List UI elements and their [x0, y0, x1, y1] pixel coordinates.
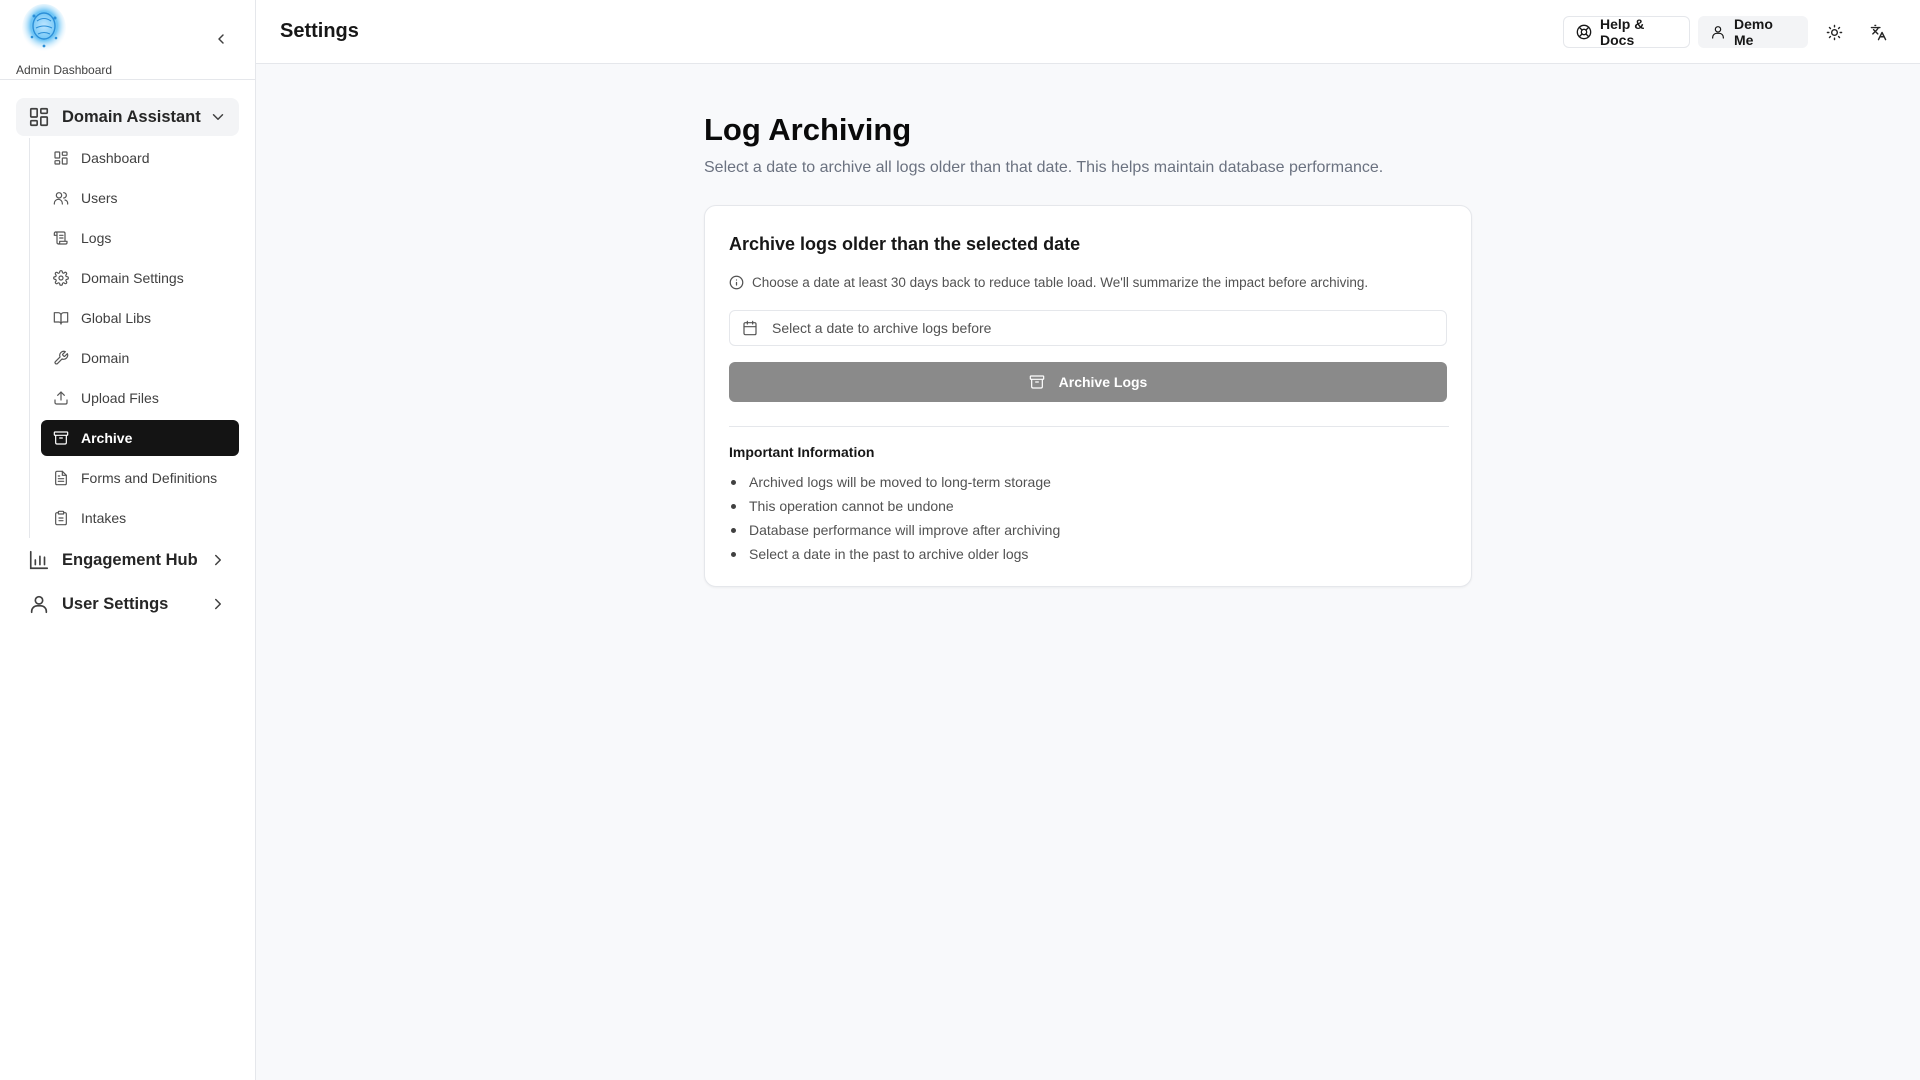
- submenu-guide-line: [29, 138, 30, 538]
- hint-text: Choose a date at least 30 days back to r…: [752, 275, 1369, 290]
- users-icon: [53, 190, 69, 206]
- bar-chart-icon: [28, 549, 50, 571]
- nav-group-label: User Settings: [62, 594, 169, 613]
- help-docs-label: Help & Docs: [1600, 16, 1645, 48]
- card-title: Archive logs older than the selected dat…: [729, 234, 1081, 254]
- user-name-label: Demo Me: [1734, 16, 1773, 48]
- brand-label: Admin Dashboard: [16, 63, 113, 77]
- section-subtitle: Select a date to archive all logs older …: [704, 159, 1384, 176]
- info-icon: [729, 275, 744, 290]
- scroll-icon: [53, 230, 69, 246]
- book-open-icon: [53, 310, 69, 326]
- layout-grid-icon: [53, 150, 69, 166]
- sidebar-item-domain-settings[interactable]: Domain Settings: [41, 260, 239, 296]
- info-list: Archived logs will be moved to long-term…: [729, 470, 1060, 566]
- sidebar-item-upload-files[interactable]: Upload Files: [41, 380, 239, 416]
- list-item: Archived logs will be moved to long-term…: [729, 470, 1060, 494]
- layout-grid-icon: [28, 106, 50, 128]
- sidebar: Admin Dashboard Domain Assistant Dashboa…: [0, 0, 256, 1080]
- list-item: Database performance will improve after …: [729, 518, 1060, 542]
- info-title: Important Information: [729, 444, 875, 460]
- sidebar-item-domain[interactable]: Domain: [41, 340, 239, 376]
- sidebar-item-label: Users: [81, 190, 118, 206]
- sun-icon: [1826, 24, 1842, 40]
- divider: [729, 426, 1449, 427]
- sidebar-item-label: Domain: [81, 350, 130, 366]
- gear-icon: [53, 270, 69, 286]
- sidebar-item-intakes[interactable]: Intakes: [41, 500, 239, 536]
- sidebar-item-logs[interactable]: Logs: [41, 220, 239, 256]
- brain-logo-icon: [20, 4, 68, 56]
- chevron-left-icon: [218, 34, 224, 44]
- upload-icon: [53, 390, 69, 406]
- file-text-icon: [53, 470, 69, 486]
- collapse-sidebar-button[interactable]: [210, 28, 232, 50]
- sidebar-item-archive[interactable]: Archive: [41, 420, 239, 456]
- sidebar-item-forms-and-definitions[interactable]: Forms and Definitions: [41, 460, 239, 496]
- user-icon: [1710, 24, 1726, 40]
- user-icon: [28, 593, 50, 615]
- sidebar-item-label: Global Libs: [81, 310, 152, 326]
- sidebar-item-global-libs[interactable]: Global Libs: [41, 300, 239, 336]
- list-item: This operation cannot be undone: [729, 494, 1060, 518]
- date-picker-input[interactable]: Select a date to archive logs before: [729, 310, 1447, 346]
- date-picker-placeholder: Select a date to archive logs before: [772, 320, 992, 336]
- hint-row: Choose a date at least 30 days back to r…: [729, 275, 1368, 290]
- sidebar-item-label: Logs: [81, 230, 112, 246]
- page-title: Settings: [280, 20, 359, 42]
- sidebar-item-label: Dashboard: [81, 150, 150, 166]
- list-item: Select a date in the past to archive old…: [729, 542, 1060, 566]
- sidebar-item-dashboard[interactable]: Dashboard: [41, 140, 239, 176]
- sidebar-brand: Admin Dashboard: [0, 0, 255, 80]
- theme-toggle-button[interactable]: [1822, 20, 1846, 44]
- nav-group-label: Engagement Hub: [62, 550, 198, 569]
- nav-group-engagement-hub[interactable]: Engagement Hub: [16, 541, 239, 579]
- chevron-right-icon: [209, 551, 227, 569]
- chevron-down-icon: [209, 108, 227, 126]
- sidebar-item-label: Intakes: [81, 510, 127, 526]
- archive-icon: [53, 430, 69, 446]
- sidebar-item-label: Forms and Definitions: [81, 470, 218, 486]
- help-docs-button[interactable]: Help & Docs: [1563, 16, 1690, 48]
- user-menu-button[interactable]: Demo Me: [1698, 16, 1808, 48]
- archive-logs-button[interactable]: Archive Logs: [729, 362, 1447, 402]
- top-header: Settings Help & Docs Demo Me: [256, 0, 1920, 64]
- nav-group-label: Domain Assistant: [62, 107, 201, 126]
- nav-group-domain-assistant[interactable]: Domain Assistant: [16, 98, 239, 136]
- calendar-icon: [742, 320, 758, 336]
- lifebuoy-icon: [1576, 24, 1592, 40]
- sidebar-item-label: Archive: [81, 430, 133, 446]
- sidebar-item-label: Domain Settings: [81, 270, 184, 286]
- archive-icon: [1029, 374, 1045, 390]
- wrench-icon: [53, 350, 69, 366]
- archive-card: Archive logs older than the selected dat…: [704, 205, 1472, 587]
- translate-icon: [1870, 24, 1886, 40]
- clipboard-icon: [53, 510, 69, 526]
- sidebar-item-label: Upload Files: [81, 390, 159, 406]
- archive-logs-label: Archive Logs: [1058, 374, 1148, 390]
- chevron-right-icon: [209, 595, 227, 613]
- nav-group-user-settings[interactable]: User Settings: [16, 585, 239, 623]
- language-button[interactable]: [1866, 20, 1890, 44]
- section-title: Log Archiving: [704, 112, 912, 147]
- sidebar-item-users[interactable]: Users: [41, 180, 239, 216]
